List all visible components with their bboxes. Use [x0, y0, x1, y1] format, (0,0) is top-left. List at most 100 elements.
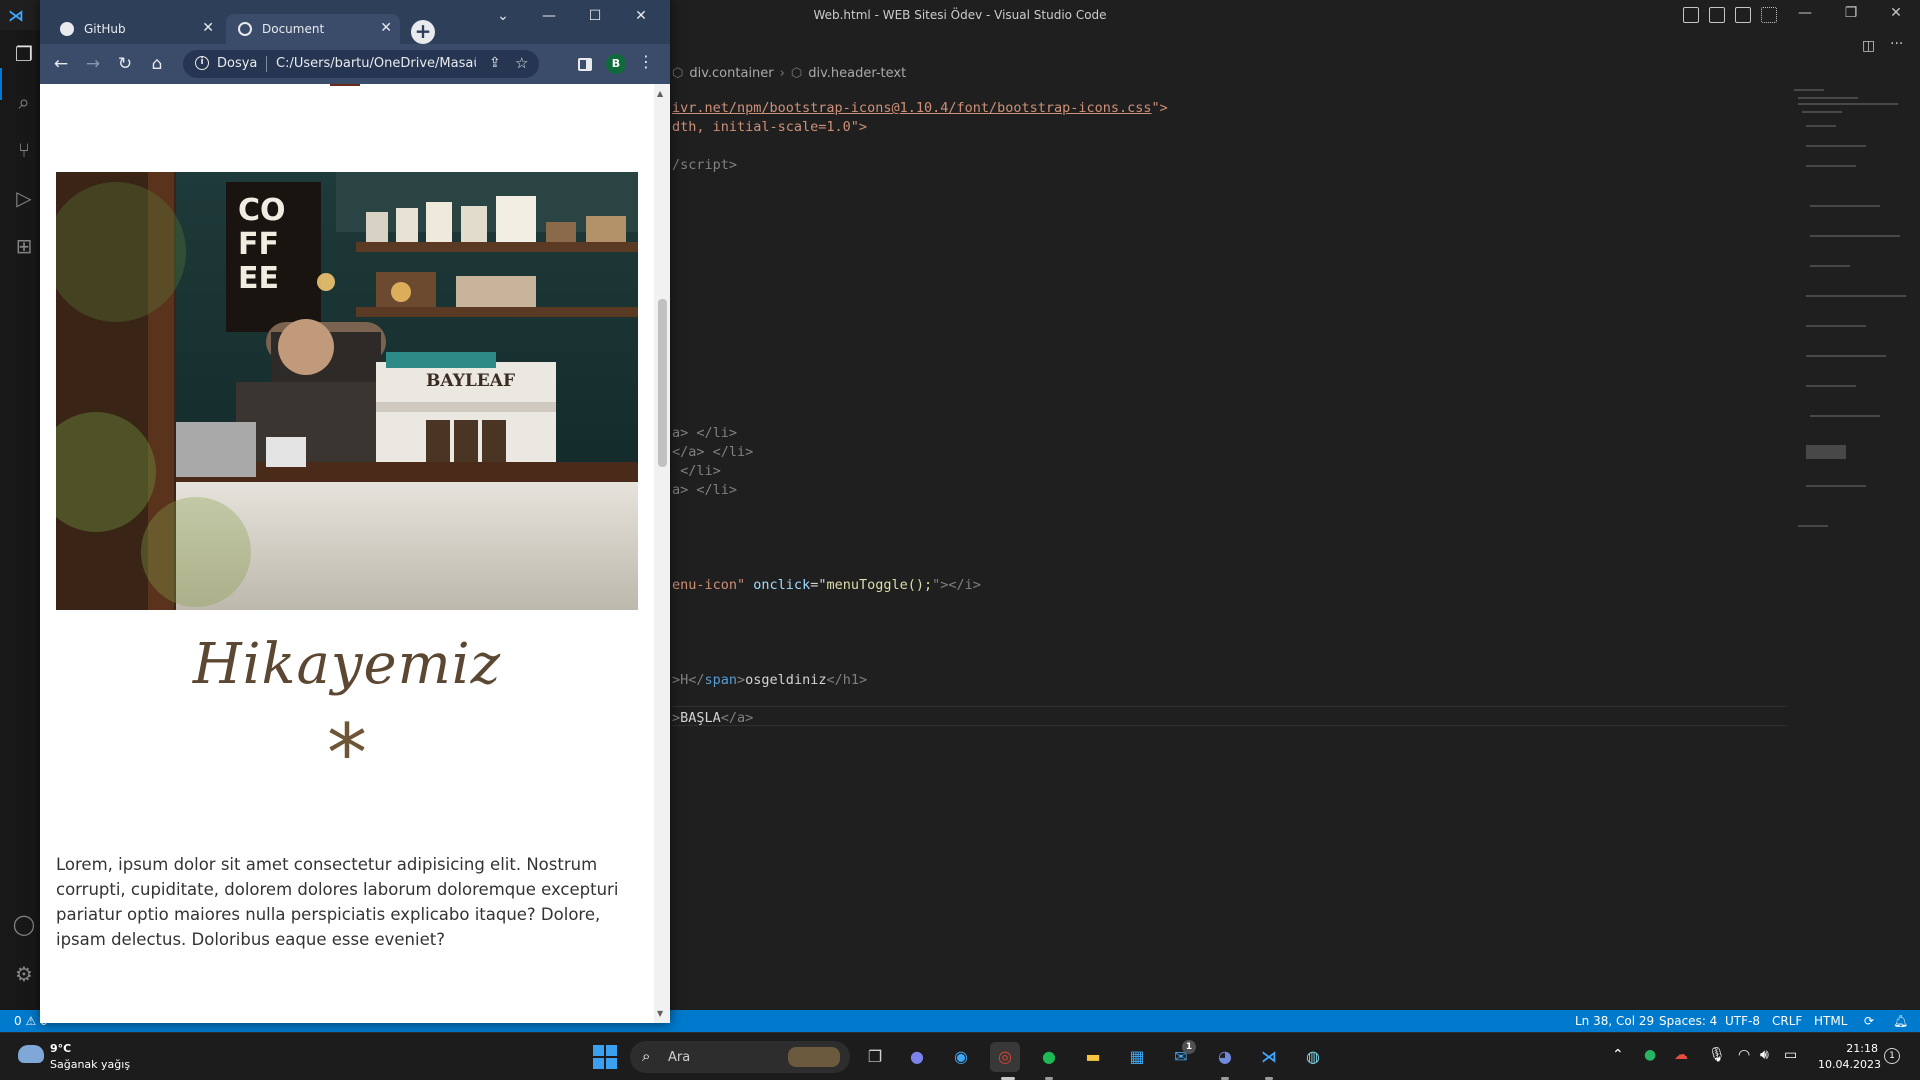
active-view-indicator [0, 68, 2, 100]
reload-icon[interactable]: ↻ [114, 53, 136, 75]
clock-time[interactable]: 21:18 [1830, 1042, 1878, 1055]
taskbar-search[interactable]: ⌕ Ara [630, 1041, 850, 1073]
scroll-thumb[interactable] [658, 299, 667, 467]
vscode-icon[interactable]: ⋊ [1254, 1042, 1284, 1072]
start-button[interactable] [593, 1045, 617, 1069]
toggle-sidebar-icon[interactable] [1683, 7, 1699, 23]
code-line: enu-icon" onclick="menuToggle();"></i> [672, 577, 981, 593]
indentation[interactable]: Spaces: 4 [1659, 1014, 1717, 1028]
chrome-window: GitHub ✕ Document ✕ + ⌄ — ☐ ✕ ← → ↻ ⌂ i … [40, 0, 670, 1023]
search-highlight-image [788, 1047, 840, 1067]
microsoft-store-icon[interactable]: ▦ [1122, 1042, 1152, 1072]
scheme-label: Dosya [217, 56, 258, 71]
code-line: ivr.net/npm/bootstrap-icons@1.10.4/font/… [672, 100, 1168, 116]
close-icon[interactable]: ✕ [1876, 5, 1916, 21]
customize-layout-icon[interactable] [1761, 7, 1777, 23]
more-actions-icon[interactable]: ··· [1890, 36, 1903, 52]
wifi-icon[interactable]: ◠ [1738, 1047, 1750, 1063]
maximize-icon[interactable]: ☐ [572, 0, 618, 32]
tab-search-icon[interactable]: ⌄ [480, 0, 526, 32]
tray-overflow-icon[interactable]: ⌃ [1612, 1047, 1624, 1063]
split-editor-icon[interactable]: ◫ [1862, 38, 1875, 54]
source-control-icon[interactable]: ⑂ [12, 138, 36, 162]
microphone-icon[interactable]: 🎙︎ [1708, 1047, 1726, 1063]
clock-date[interactable]: 10.04.2023 [1818, 1058, 1881, 1071]
divider [266, 56, 267, 72]
close-tab-icon[interactable]: ✕ [380, 20, 392, 36]
minimap[interactable] [1790, 85, 1910, 605]
code-line: dth, initial-scale=1.0"> [672, 119, 868, 135]
teams-chat-icon[interactable]: ● [902, 1042, 932, 1072]
scroll-up-icon[interactable]: ▲ [657, 89, 663, 98]
code-line: </li> [672, 463, 721, 479]
volume-icon[interactable]: 🔊︎ [1760, 1047, 1769, 1063]
side-panel-icon[interactable] [578, 58, 592, 71]
file-explorer-icon[interactable]: ▬ [1078, 1042, 1108, 1072]
weather-description[interactable]: Sağanak yağış [50, 1058, 130, 1071]
close-window-icon[interactable]: ✕ [618, 0, 664, 32]
share-icon[interactable]: ⇪ [489, 55, 501, 71]
bookmark-star-icon[interactable]: ☆ [515, 54, 528, 72]
restore-icon[interactable]: ❐ [1831, 5, 1871, 21]
profile-avatar[interactable]: B [606, 54, 626, 74]
info-icon[interactable]: i [195, 56, 209, 70]
language-mode[interactable]: HTML [1814, 1014, 1847, 1028]
tab-label: Document [262, 22, 325, 36]
kebab-menu-icon[interactable]: ⋮ [638, 52, 654, 71]
search-icon[interactable]: ⌕ [12, 90, 36, 114]
cursor-position[interactable]: Ln 38, Col 29 [1575, 1014, 1654, 1028]
chrome-icon[interactable]: ◎ [990, 1042, 1020, 1072]
web-page: CO FF EE BAYLEAF Hikayemiz * Lorem, ipsu… [40, 84, 670, 1023]
page-scrollbar[interactable]: ▲ ▼ [654, 84, 670, 1023]
breadcrumb-item[interactable]: div.container [689, 66, 773, 81]
toggle-secondary-sidebar-icon[interactable] [1735, 7, 1751, 23]
live-share-icon[interactable]: ⟳ [1864, 1014, 1874, 1028]
svg-text:FF: FF [238, 227, 279, 262]
url-text[interactable]: C:/Users/bartu/OneDrive/Masaüst... [276, 56, 476, 71]
code-line: >H</span>osgeldiniz</h1> [672, 672, 868, 688]
settings-gear-icon[interactable]: ⚙ [12, 962, 36, 986]
notifications-bell-icon[interactable]: 🔔︎ [1893, 1014, 1908, 1028]
element-icon: ⬡ [672, 66, 684, 81]
onedrive-icon[interactable]: ☁ [1674, 1047, 1688, 1063]
svg-text:EE: EE [238, 261, 279, 296]
encoding[interactable]: UTF-8 [1725, 1014, 1760, 1028]
minimize-icon[interactable]: — [1785, 5, 1825, 21]
code-line: a> </li> [672, 482, 738, 498]
windows-taskbar: 9°C Sağanak yağış ⌕ Ara ❐ ● ◉ ◎ ● ▬ ▦ ✉ … [0, 1032, 1920, 1080]
discord-icon[interactable]: ◕ [1210, 1042, 1240, 1072]
tab-github[interactable]: GitHub ✕ [48, 14, 222, 44]
back-icon[interactable]: ← [50, 53, 72, 75]
story-heading: Hikayemiz [192, 632, 502, 697]
home-icon[interactable]: ⌂ [146, 53, 168, 75]
extensions-icon[interactable]: ⊞ [12, 234, 36, 258]
browser-toolbar: ← → ↻ ⌂ i Dosya C:/Users/bartu/OneDrive/… [40, 44, 670, 84]
breadcrumb-item[interactable]: div.header-text [808, 66, 906, 81]
weather-temperature[interactable]: 9°C [50, 1042, 71, 1055]
accounts-icon[interactable]: ◯ [12, 912, 36, 936]
address-bar[interactable]: i Dosya C:/Users/bartu/OneDrive/Masaüst.… [183, 50, 539, 78]
close-tab-icon[interactable]: ✕ [202, 20, 214, 36]
battery-icon[interactable]: ▭ [1784, 1047, 1797, 1063]
toggle-panel-icon[interactable] [1709, 7, 1725, 23]
notification-badge[interactable]: 1 [1884, 1048, 1900, 1064]
minimize-icon[interactable]: — [526, 0, 572, 32]
tab-label: GitHub [84, 22, 126, 36]
github-icon [60, 22, 74, 36]
code-line: >BAŞLA</a> [672, 710, 754, 726]
line-ending[interactable]: CRLF [1772, 1014, 1802, 1028]
forward-icon[interactable]: → [82, 53, 104, 75]
edge-icon[interactable]: ◉ [946, 1042, 976, 1072]
code-editor[interactable]: ivr.net/npm/bootstrap-icons@1.10.4/font/… [672, 100, 1792, 1000]
paint-icon[interactable]: ◍ [1298, 1042, 1328, 1072]
run-debug-icon[interactable]: ▷ [12, 186, 36, 210]
explorer-icon[interactable]: ❐ [12, 42, 36, 66]
antivirus-icon[interactable]: ● [1644, 1047, 1656, 1063]
scroll-down-icon[interactable]: ▼ [657, 1009, 663, 1018]
task-view-icon[interactable]: ❐ [860, 1042, 890, 1072]
spotify-icon[interactable]: ● [1034, 1042, 1064, 1072]
weather-rain-icon[interactable] [18, 1045, 44, 1063]
tab-document[interactable]: Document ✕ [226, 14, 400, 44]
section-divider [330, 84, 360, 86]
new-tab-button[interactable]: + [411, 20, 435, 44]
